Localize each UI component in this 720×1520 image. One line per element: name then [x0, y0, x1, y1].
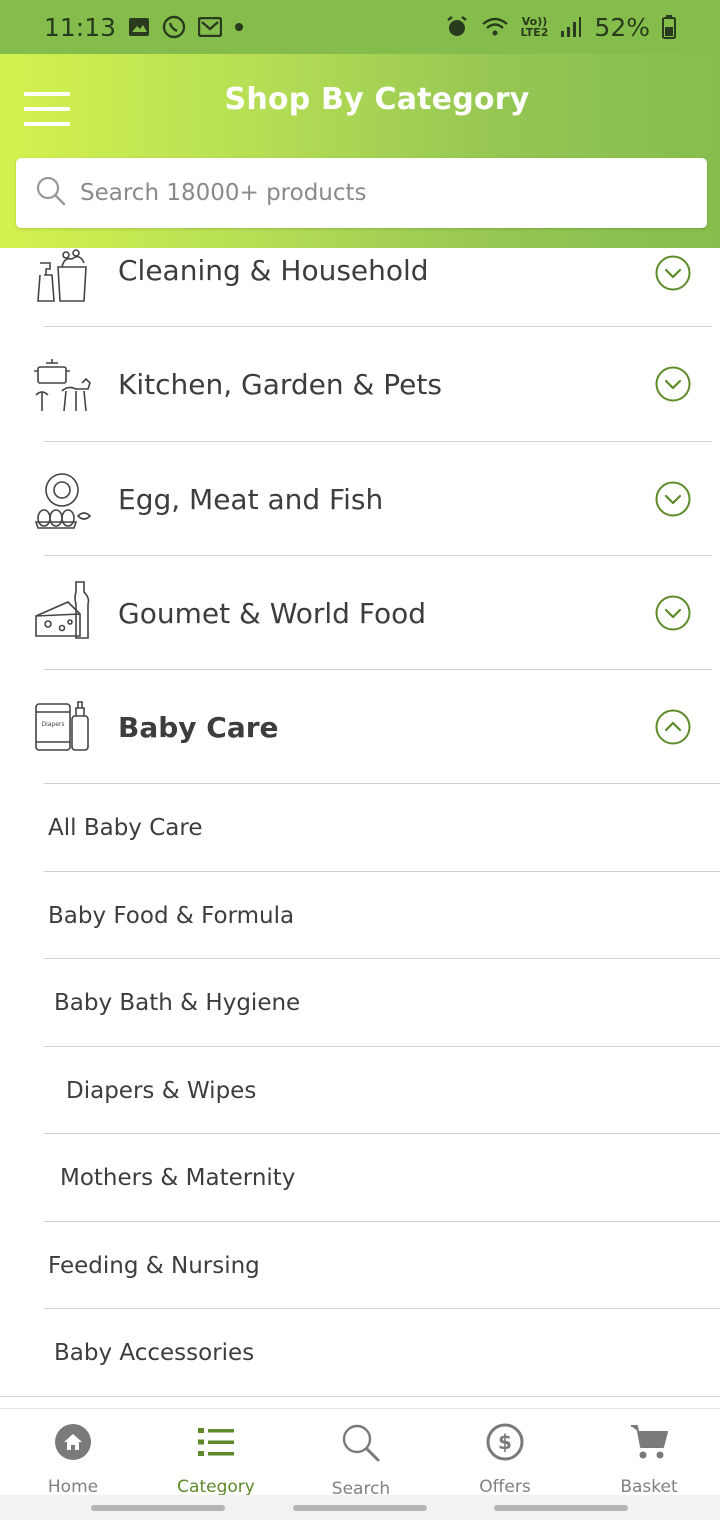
search-input[interactable] [80, 158, 707, 228]
image-notification-icon [128, 17, 150, 37]
category-list: Cleaning & Household Kitchen, Garden & P… [0, 248, 720, 1408]
kitchen-pets-icon [34, 359, 91, 412]
alarm-icon [445, 15, 469, 39]
status-bar: 11:13 Vo)) LTE2 52% [0, 0, 720, 54]
app-header: Shop By Category [0, 54, 720, 248]
baby-care-icon: Diapers [35, 701, 89, 751]
svg-text:$: $ [498, 1430, 512, 1454]
subcategory-row[interactable]: Diapers & Wipes [0, 1047, 720, 1134]
category-row-baby-care[interactable]: Diapers Baby Care [0, 670, 720, 784]
gesture-handle [293, 1505, 427, 1511]
category-row-cleaning[interactable]: Cleaning & Household [0, 248, 720, 330]
subcategory-row[interactable]: Feeding & Nursing [0, 1222, 720, 1309]
diapers-icon-text: Diapers [41, 721, 64, 728]
divider [0, 1396, 720, 1397]
chevron-down-icon[interactable] [655, 595, 691, 631]
nav-basket[interactable]: Basket [577, 1409, 720, 1497]
status-right: Vo)) LTE2 52% [445, 13, 676, 42]
search-icon [341, 1423, 381, 1463]
offers-icon: $ [485, 1423, 525, 1461]
search-icon [36, 176, 66, 210]
nav-category[interactable]: Category [144, 1409, 288, 1497]
subcategory-label: Diapers & Wipes [66, 1077, 257, 1104]
nav-search[interactable]: Search [289, 1409, 433, 1499]
cleaning-icon [37, 249, 87, 302]
cart-icon [629, 1423, 669, 1461]
nav-label: Category [177, 1477, 255, 1497]
category-row-gourmet[interactable]: Goumet & World Food [0, 556, 720, 670]
battery-percent: 52% [594, 12, 650, 42]
gmail-icon [198, 17, 223, 37]
lte-icon: Vo)) LTE2 [521, 16, 549, 38]
subcategory-label: All Baby Care [48, 814, 203, 841]
nav-label: Home [47, 1477, 99, 1497]
subcategory-label: Mothers & Maternity [60, 1164, 296, 1191]
category-label: Egg, Meat and Fish [118, 482, 384, 516]
chevron-up-icon[interactable] [655, 709, 691, 745]
nav-label: Offers [479, 1477, 531, 1497]
list-icon [196, 1423, 236, 1461]
subcategory-row[interactable]: Mothers & Maternity [0, 1134, 720, 1221]
bottom-navigation: Home Category Search $ Offers Basket [0, 1408, 720, 1520]
dot-icon [234, 22, 244, 32]
category-row-kitchen[interactable]: Kitchen, Garden & Pets [0, 327, 720, 441]
lte-label: LTE2 [520, 26, 549, 39]
chevron-down-icon[interactable] [655, 366, 691, 402]
subcategory-row[interactable]: Baby Bath & Hygiene [0, 959, 720, 1046]
category-label: Kitchen, Garden & Pets [118, 367, 442, 401]
home-icon [53, 1423, 93, 1461]
subcategory-label: Baby Accessories [54, 1339, 255, 1366]
gourmet-icon [35, 581, 90, 639]
status-time: 11:13 [44, 12, 117, 42]
egg-meat-icon [34, 473, 92, 529]
whatsapp-icon [162, 15, 186, 39]
status-left: 11:13 [44, 13, 244, 42]
nav-offers[interactable]: $ Offers [433, 1409, 577, 1497]
category-label: Goumet & World Food [118, 596, 426, 630]
signal-icon [560, 16, 582, 38]
category-label: Baby Care [118, 710, 279, 744]
nav-home[interactable]: Home [1, 1409, 145, 1497]
gesture-handle [494, 1505, 628, 1511]
subcategory-row[interactable]: Baby Accessories [0, 1309, 720, 1396]
category-row-egg-meat[interactable]: Egg, Meat and Fish [0, 442, 720, 556]
subcategory-label: Baby Food & Formula [48, 902, 295, 929]
search-bar[interactable] [16, 158, 707, 228]
category-label: Cleaning & Household [118, 254, 429, 287]
chevron-down-icon[interactable] [655, 481, 691, 517]
subcategory-label: Feeding & Nursing [48, 1252, 260, 1279]
subcategory-row[interactable]: All Baby Care [0, 784, 720, 871]
subcategory-label: Baby Bath & Hygiene [54, 989, 301, 1016]
page-title: Shop By Category [224, 82, 530, 117]
nav-label: Basket [620, 1477, 678, 1497]
chevron-down-icon[interactable] [655, 255, 691, 291]
wifi-icon [481, 16, 509, 38]
gesture-handle [91, 1505, 225, 1511]
battery-icon [662, 15, 676, 39]
subcategory-row[interactable]: Baby Food & Formula [0, 872, 720, 959]
